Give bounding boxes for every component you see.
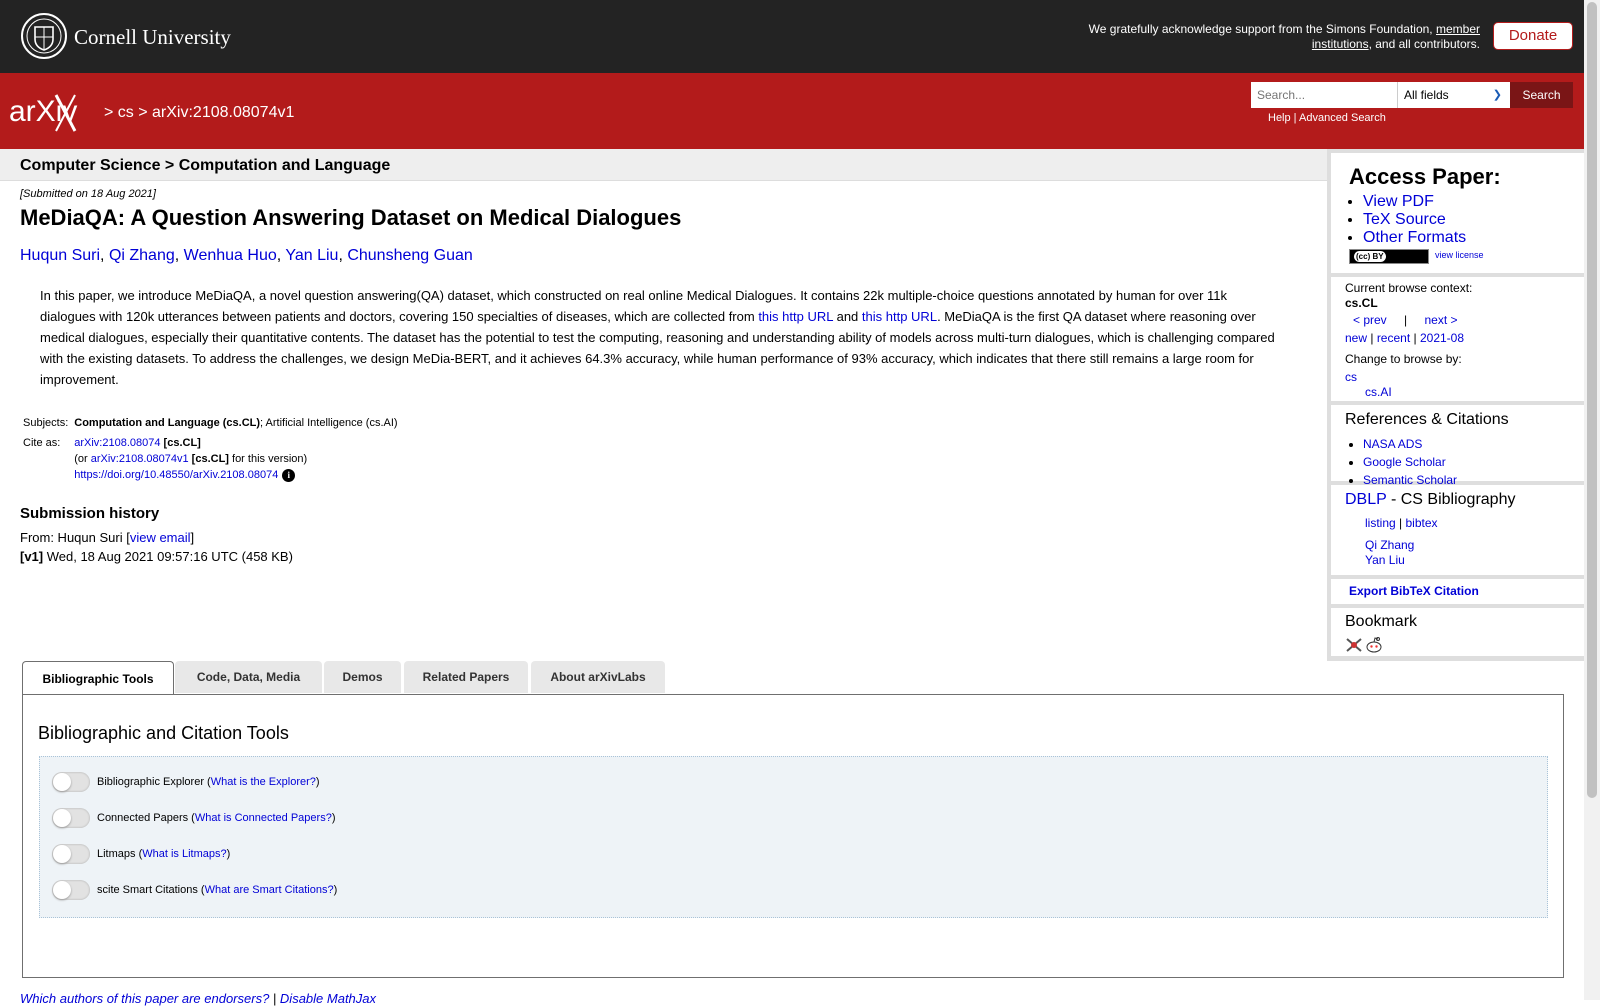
author-link[interactable]: Chunsheng Guan [347,247,472,264]
litmaps-toggle[interactable] [52,844,90,864]
author-list: Huqun Suri, Qi Zhang, Wenhua Huo, Yan Li… [20,247,473,264]
bibsonomy-icon[interactable] [1345,637,1363,653]
submission-from: From: Huqun Suri [view email] [20,530,195,545]
month-link[interactable]: 2021-08 [1420,331,1464,345]
bookmark-box: Bookmark [1331,608,1584,656]
author-link[interactable]: Yan Liu [285,247,338,264]
arxiv-header: arXiv > cs > arXiv:2108.08074v1 All fiel… [0,73,1584,149]
breadcrumb-paper-id: arXiv:2108.08074v1 [152,104,295,121]
tab-panel: Bibliographic and Citation Tools Bibliog… [22,694,1564,978]
university-name[interactable]: Cornell University [74,25,231,50]
arxiv-logo[interactable]: arXiv [9,91,101,135]
prev-link[interactable]: < prev [1353,313,1387,327]
what-is-connected-papers-link[interactable]: What is Connected Papers? [195,812,332,824]
browse-context-label: Current browse context: [1345,281,1473,295]
subject-header-text: Computer Science > Computation and Langu… [20,157,391,174]
explorer-toggle[interactable] [52,772,90,792]
export-box: Export BibTeX Citation [1331,579,1584,604]
doi-link[interactable]: https://doi.org/10.48550/arXiv.2108.0807… [74,469,278,481]
nasa-ads-link[interactable]: NASA ADS [1363,437,1422,451]
tab-code-data-media[interactable]: Code, Data, Media [175,661,322,693]
support-text: We gratefully acknowledge support from t… [1088,22,1480,51]
browse-context-value: cs.CL [1345,296,1378,310]
help-link[interactable]: Help [1268,112,1291,124]
primary-subject: Computation and Language (cs.CL) [74,417,261,429]
what-is-litmaps-link[interactable]: What is Litmaps? [142,848,226,860]
access-paper-box: Access Paper: View PDF TeX Source Other … [1331,153,1584,273]
next-link[interactable]: next > [1425,313,1458,327]
breadcrumb-cs[interactable]: cs [118,104,134,121]
listing-link[interactable]: listing [1365,516,1396,530]
search-field-select[interactable]: All fields ❯ [1397,82,1510,108]
scrollbar-thumb[interactable] [1587,2,1597,798]
abstract: In this paper, we introduce MeDiaQA, a n… [40,288,1275,387]
access-paper-title: Access Paper: [1349,164,1501,189]
author-link[interactable]: Wenhua Huo [184,247,277,264]
google-scholar-link[interactable]: Google Scholar [1363,455,1446,469]
http-url-link[interactable]: this http URL [758,309,833,324]
tab-about-arxivlabs[interactable]: About arXivLabs [531,661,665,693]
subject-header: Computer Science > Computation and Langu… [0,149,1327,181]
cite-version-link[interactable]: arXiv:2108.08074v1 [91,453,189,465]
what-are-smart-citations-link[interactable]: What are Smart Citations? [205,884,334,896]
author-link[interactable]: Qi Zhang [109,247,175,264]
secondary-subject: ; Artificial Intelligence (cs.AI) [260,417,398,429]
bookmark-title: Bookmark [1345,613,1418,630]
submission-history-title: Submission history [20,505,160,522]
version-entry: [v1] Wed, 18 Aug 2021 09:57:16 UTC (458 … [20,549,293,564]
tab-demos[interactable]: Demos [324,661,401,693]
search-input[interactable] [1251,82,1397,108]
tools-list: Bibliographic Explorer (What is the Expl… [39,756,1548,918]
search-button[interactable]: Search [1510,82,1573,108]
other-formats-link[interactable]: Other Formats [1363,229,1466,246]
what-is-explorer-link[interactable]: What is the Explorer? [211,776,316,788]
cornell-seal-icon[interactable] [21,13,67,59]
donate-button[interactable]: Donate [1493,22,1573,50]
browse-csai-link[interactable]: cs.AI [1365,385,1392,399]
change-browse-label: Change to browse by: [1345,352,1462,366]
cite-id-link[interactable]: arXiv:2108.08074 [74,437,160,449]
top-bar: Cornell University We gratefully acknowl… [0,0,1584,73]
browse-cs-link[interactable]: cs [1345,370,1357,384]
view-license-link[interactable]: view license [1435,250,1484,260]
advanced-search-link[interactable]: Advanced Search [1299,112,1386,124]
disable-mathjax-link[interactable]: Disable MathJax [280,991,376,1006]
view-pdf-link[interactable]: View PDF [1363,193,1434,210]
cite-label: Cite as: [23,437,61,449]
metadata-table: Subjects: Computation and Language (cs.C… [20,413,401,485]
dblp-author-link[interactable]: Qi Zhang [1365,538,1414,552]
dblp-author-link[interactable]: Yan Liu [1365,553,1405,567]
references-title: References & Citations [1345,411,1509,428]
http-url-link[interactable]: this http URL [862,309,937,324]
view-email-link[interactable]: view email [130,530,191,545]
connected-papers-toggle[interactable] [52,808,90,828]
page-scrollbar[interactable] [1584,0,1600,1000]
endorsers-link[interactable]: Which authors of this paper are endorser… [20,991,269,1006]
browse-context-box: Current browse context: cs.CL < prev | n… [1331,277,1584,401]
bibtex-link[interactable]: bibtex [1405,516,1437,530]
tab-bibliographic-tools[interactable]: Bibliographic Tools [22,661,174,695]
recent-link[interactable]: recent [1377,331,1410,345]
cc-license-badge[interactable]: (cc) BY [1349,249,1429,264]
tex-source-link[interactable]: TeX Source [1363,211,1446,228]
submission-date: [Submitted on 18 Aug 2021] [20,188,156,200]
chevron-down-icon: ❯ [1492,89,1502,101]
new-link[interactable]: new [1345,331,1367,345]
footer-links: Which authors of this paper are endorser… [20,991,377,1006]
sidebar: Access Paper: View PDF TeX Source Other … [1327,149,1584,661]
subjects-label: Subjects: [23,417,69,429]
dblp-link[interactable]: DBLP [1345,491,1387,508]
scite-toggle[interactable] [52,880,90,900]
reddit-icon[interactable] [1365,636,1383,654]
panel-title: Bibliographic and Citation Tools [38,723,289,743]
info-icon[interactable]: i [282,469,296,482]
paper-title: MeDiaQA: A Question Answering Dataset on… [20,205,682,230]
dblp-box: DBLP - CS Bibliography listing | bibtex … [1331,485,1584,575]
breadcrumb: > cs > arXiv:2108.08074v1 [104,104,295,121]
author-link[interactable]: Huqun Suri [20,247,100,264]
tab-related-papers[interactable]: Related Papers [404,661,528,693]
search-links: Help | Advanced Search [1268,112,1386,124]
references-box: References & Citations NASA ADS Google S… [1331,405,1584,487]
export-bibtex-link[interactable]: Export BibTeX Citation [1349,584,1479,598]
